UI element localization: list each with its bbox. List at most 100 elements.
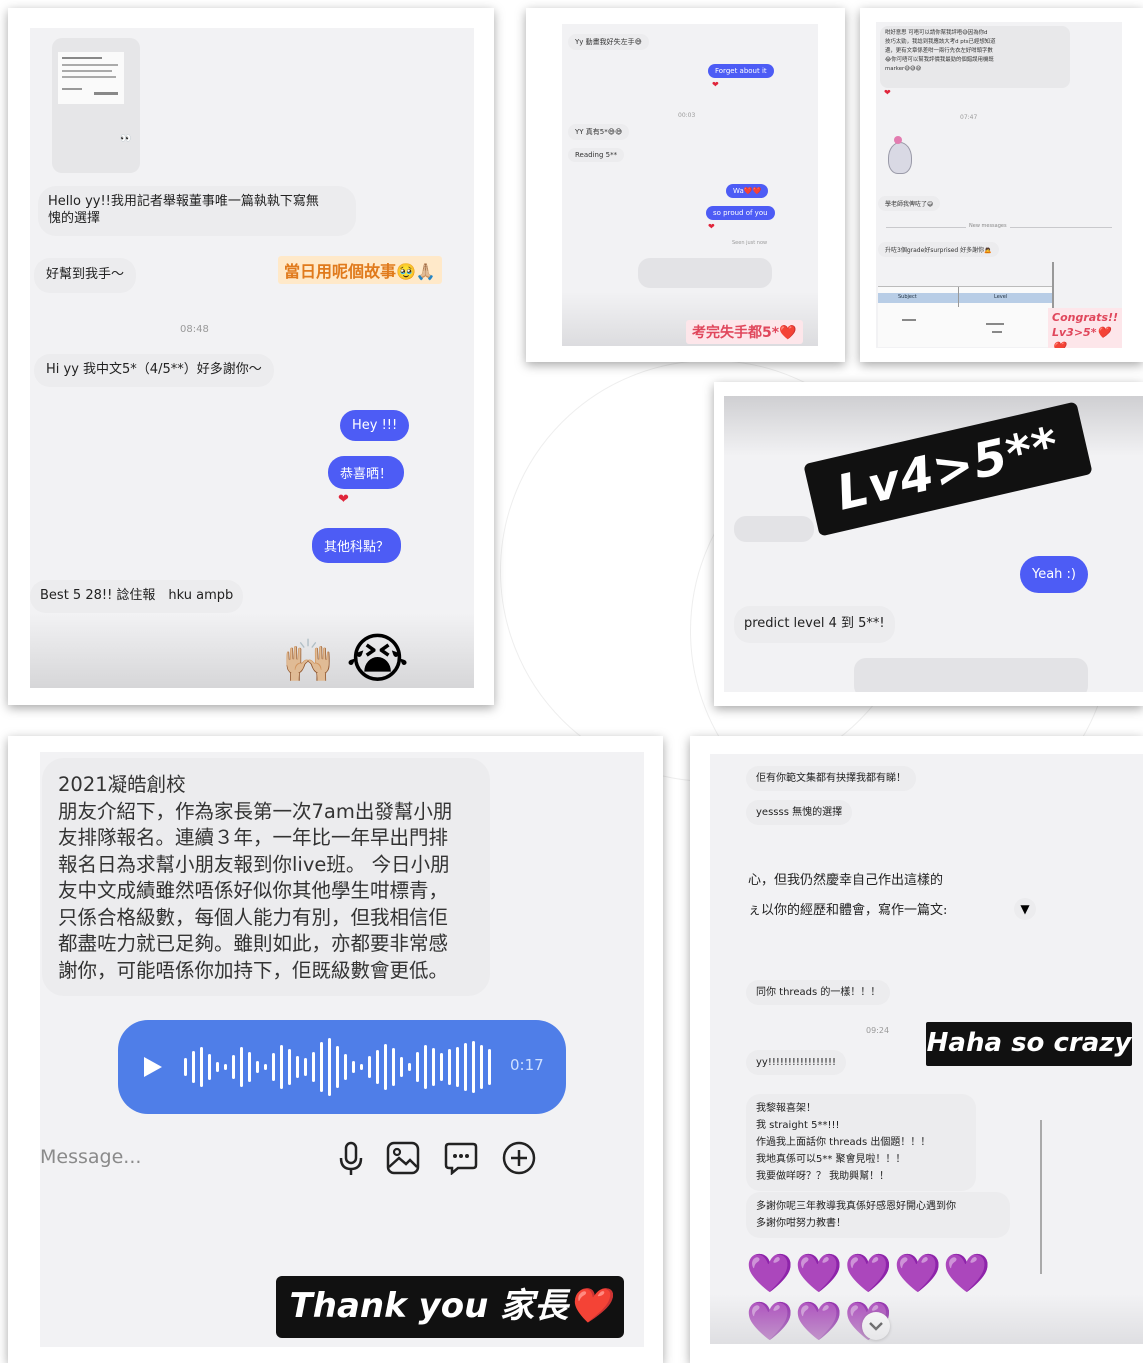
seen-indicator: Seen just now: [732, 240, 768, 246]
sent-message-hey: Hey !!!: [340, 410, 410, 441]
message-request: 咁好意思 可唔可以請你幫我評唔😅因為你d 技巧太勁，我諗到我應該大考d pts已…: [880, 26, 1070, 88]
waveform: [184, 1038, 491, 1096]
waveform-bar: [400, 1057, 403, 1077]
exam-caption: 考完失手都5*❤️: [686, 320, 803, 344]
waveform-bar: [280, 1045, 283, 1089]
message-line: 友排隊報名。連續３年，一年比一年早出門排: [58, 826, 449, 849]
input-area: [638, 258, 772, 288]
message-yesss: yessss 無愧的選擇: [746, 800, 853, 825]
waveform-bar: [352, 1061, 355, 1073]
waveform-bar: [424, 1045, 427, 1089]
message-line: 我 straight 5**!!!: [756, 1120, 840, 1131]
waveform-bar: [296, 1056, 299, 1078]
image-icon[interactable]: [386, 1141, 420, 1175]
message-letter: Hello yy!!我用記者舉報董事唯一篇執執下寫無 愧的選擇: [38, 186, 356, 236]
message-line: 只係合格級數，每個人能力有別，但我相信佢: [58, 905, 449, 929]
message-line: 作過我上面話你 threads 出個題！！！: [756, 1137, 931, 1148]
waveform-bar: [488, 1049, 491, 1085]
message-predict: predict level 4 到 5**!: [734, 606, 895, 643]
waveform-bar: [336, 1046, 339, 1088]
waveform-bar: [200, 1047, 203, 1087]
message-exam: 學老師我俾咗了😅: [878, 196, 941, 211]
voice-duration: 0:17: [510, 1056, 544, 1074]
message-upgrade: 升咗3個grade好surprised 好多謝你🙇: [878, 242, 999, 257]
message-bar: Message...: [40, 1134, 644, 1184]
essay-line: ぇ以你的經歷和體會，寫作一篇文:: [748, 903, 948, 918]
panel-chat-level: Lv4>5** Yeah :) predict level 4 到 5**!: [714, 382, 1143, 706]
waveform-bar: [208, 1054, 211, 1080]
message-line: 友中文成績雖然唔係好似你其他學生咁標青，: [58, 879, 449, 902]
table-header: Subject: [898, 294, 917, 300]
essay-line: 心，但我仍然慶幸自己作出這樣的: [748, 873, 944, 888]
emoji-raised-hands: 🙌🏼: [282, 636, 335, 685]
timestamp: 07:47: [960, 114, 978, 121]
panel-chat-crazy: 佢有你範文集都有抉擇我都有睇！ yessss 無愧的選擇 心，但我仍然慶幸自己作…: [690, 736, 1143, 1363]
waveform-bar: [480, 1045, 483, 1089]
chat-screenshot: 佢有你範文集都有抉擇我都有睇！ yessss 無愧的選擇 心，但我仍然慶幸自己作…: [710, 754, 1143, 1344]
triangle-icon: ▼: [1014, 898, 1036, 920]
waveform-bar: [240, 1047, 243, 1087]
waveform-bar: [472, 1041, 475, 1093]
message-text: Hello yy!!我用記者舉報董事唯一篇執執下寫無: [48, 194, 319, 209]
message-reading: Reading 5**: [568, 148, 625, 162]
play-icon[interactable]: [142, 1055, 164, 1079]
timestamp: 00:03: [678, 112, 696, 119]
thank-you-caption: Thank you 家長❤️: [276, 1276, 624, 1338]
caption-line: Lv3>5*❤️❤️: [1052, 326, 1111, 348]
message-line: 咁好意思 可唔可以請你幫我評唔😅因為你d: [885, 30, 988, 36]
caption-line: Congrats!!: [1052, 311, 1119, 324]
waveform-bar: [392, 1048, 395, 1086]
chat-screenshot: 2021凝皓創校 朋友介紹下，作為家長第一次7am出發幫小朋 友排隊報名。連續３…: [40, 752, 644, 1347]
heart-reaction: ❤: [708, 222, 715, 231]
message-line: 2021凝皓創校: [58, 773, 186, 796]
chat-screenshot: Yy 動畫我好失左手😅 Forget about it ❤ 00:03 YY 真…: [562, 24, 818, 346]
waveform-bar: [264, 1064, 267, 1070]
message-line: 都盡咗力就已足夠。雖則如此，亦都要非常感: [58, 932, 449, 955]
input-area: [854, 658, 1088, 692]
hearts-row-1: 💜💜💜💜💜: [746, 1251, 993, 1295]
message-line: 多謝你咁努力教書！: [756, 1218, 846, 1229]
table-header: Level: [994, 294, 1008, 300]
sent-message-proud: so proud of you: [706, 206, 775, 220]
scrollbar[interactable]: [1052, 262, 1054, 310]
waveform-bar: [328, 1038, 331, 1096]
heart-reaction: ❤: [338, 492, 349, 507]
panel-chat-congrats: 咁好意思 可唔可以請你幫我評唔😅因為你d 技巧太勁，我諗到我應該大考d pts已…: [860, 8, 1143, 362]
microphone-icon[interactable]: [336, 1140, 366, 1178]
message-news: 我黎報喜架！ 我 straight 5**!!! 作過我上面話你 threads…: [746, 1094, 976, 1191]
waveform-bar: [344, 1054, 347, 1080]
message-line: 技巧太勁，我諗到我應該大考d pts已經想知道: [885, 39, 996, 45]
message-nervous: Yy 動畫我好失左手😅: [568, 34, 649, 50]
panel-chat-reading: Yy 動畫我好失左手😅 Forget about it ❤ 00:03 YY 真…: [526, 8, 845, 362]
waveform-bar: [376, 1050, 379, 1084]
sent-message-forget: Forget about it: [708, 64, 774, 78]
sent-message-congrats: 恭喜晒！: [328, 456, 405, 489]
voice-message[interactable]: 0:17: [118, 1020, 566, 1114]
message-input[interactable]: Message...: [40, 1146, 141, 1168]
result-table: Subject Level: [878, 286, 1054, 347]
emoji-crying: 😭: [346, 627, 410, 688]
new-messages-divider: New messages: [876, 222, 1122, 232]
waveform-bar: [232, 1055, 235, 1079]
congrats-caption: Congrats!! Lv3>5*❤️❤️: [1048, 308, 1122, 348]
scrollbar[interactable]: [1040, 1120, 1042, 1274]
emoji-eyes: 👀: [120, 134, 132, 144]
message-essay: 佢有你範文集都有抉擇我都有睇！: [746, 766, 916, 791]
waveform-bar: [368, 1056, 371, 1078]
hidden-message: [734, 516, 814, 542]
story-caption: 當日用呢個故事🥹🙏🏼: [278, 256, 442, 284]
scroll-down-button[interactable]: [862, 1312, 890, 1340]
message-yy5: YY 真有5*😅😅: [568, 124, 630, 140]
message-line: 朋友介紹下，作為家長第一次7am出發幫小朋: [58, 799, 453, 823]
waveform-bar: [272, 1053, 275, 1081]
panel-parent-thanks: 2021凝皓創校 朋友介紹下，作為家長第一次7am出發幫小朋 友排隊報名。連續３…: [8, 736, 663, 1363]
waveform-bar: [184, 1058, 187, 1076]
sent-message-yeah: Yeah :): [1020, 556, 1089, 593]
waveform-bar: [384, 1044, 387, 1090]
add-icon[interactable]: [502, 1141, 536, 1175]
waveform-bar: [256, 1061, 259, 1073]
chevron-down-icon[interactable]: [862, 1312, 890, 1340]
message-line: 邊，更有文章係差咁一兩行先衣左好咁頭字數: [885, 48, 993, 54]
message-line: 我要做咩呀？？ 我助興幫！！: [756, 1171, 890, 1182]
sticker-chat-icon[interactable]: [444, 1141, 478, 1175]
